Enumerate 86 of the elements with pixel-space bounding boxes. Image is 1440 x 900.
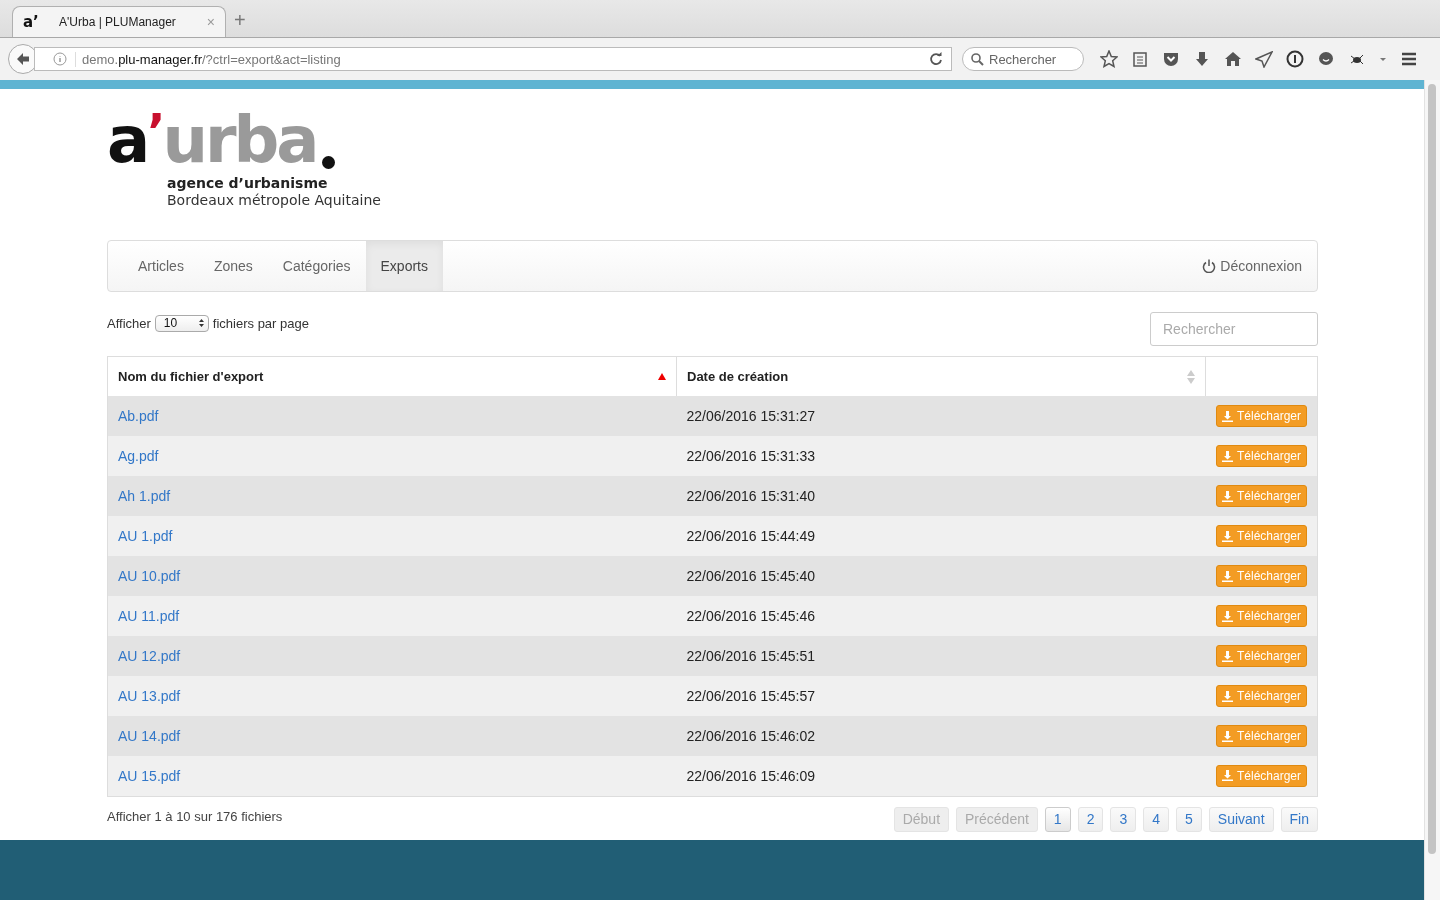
menu-icon[interactable] <box>1400 50 1418 68</box>
date-cell: 22/06/2016 15:46:02 <box>686 728 815 744</box>
download-button[interactable]: Télécharger <box>1215 445 1307 467</box>
download-button[interactable]: Télécharger <box>1215 725 1307 747</box>
page-button[interactable]: Suivant <box>1208 806 1274 832</box>
sort-ascending-icon[interactable] <box>658 373 666 380</box>
file-link[interactable]: AU 10.pdf <box>118 568 181 584</box>
logo-tagline: agence d’urbanisme <box>167 175 329 191</box>
per-page-label: fichiers par page <box>212 315 309 331</box>
download-icon <box>1221 730 1233 742</box>
page-button[interactable]: 1 <box>1044 806 1071 832</box>
page-size-select[interactable]: 10 <box>154 314 209 332</box>
page-button[interactable]: Fin <box>1280 806 1318 832</box>
pagination-info: Afficher 1 à 10 sur 176 fichiers <box>107 808 283 824</box>
date-cell: 22/06/2016 15:46:09 <box>686 767 815 784</box>
file-link[interactable]: AU 15.pdf <box>118 767 181 784</box>
select-arrows-icon <box>198 319 204 327</box>
back-arrow-icon[interactable] <box>15 51 31 67</box>
paper-plane-icon[interactable] <box>1255 50 1273 68</box>
download-button[interactable]: Télécharger <box>1215 525 1307 547</box>
dropdown-caret-icon[interactable] <box>1379 55 1387 63</box>
show-label: Afficher <box>107 315 151 331</box>
file-link[interactable]: Ag.pdf <box>118 448 159 464</box>
file-link[interactable]: Ah 1.pdf <box>118 488 171 504</box>
column-header[interactable]: Nom du fichier d'export <box>118 369 264 384</box>
star-icon[interactable] <box>1100 50 1118 68</box>
download-button[interactable]: Télécharger <box>1215 645 1307 667</box>
download-button[interactable]: Télécharger <box>1215 485 1307 507</box>
close-tab-button[interactable]: × <box>206 14 215 30</box>
file-link[interactable]: AU 11.pdf <box>118 608 180 624</box>
download-button[interactable]: Télécharger <box>1215 405 1307 427</box>
key-circle-icon[interactable] <box>1286 50 1304 68</box>
scrollbar[interactable] <box>1424 80 1440 900</box>
new-tab-button[interactable]: + <box>234 9 246 32</box>
download-icon <box>1221 770 1233 782</box>
page-button[interactable]: 5 <box>1176 806 1202 832</box>
nav-tab[interactable]: Zones <box>198 241 268 291</box>
date-cell: 22/06/2016 15:45:57 <box>686 688 815 704</box>
home-icon[interactable] <box>1224 50 1242 68</box>
logo-subtitle: Bordeaux métropole Aquitaine <box>167 192 382 208</box>
date-cell: 22/06/2016 15:45:46 <box>686 608 815 624</box>
logout-link[interactable]: Déconnexion <box>1187 241 1317 291</box>
download-icon <box>1221 530 1233 542</box>
date-cell: 22/06/2016 15:45:51 <box>686 648 815 664</box>
page-button[interactable]: 2 <box>1077 806 1104 832</box>
download-icon <box>1221 690 1233 702</box>
file-link[interactable]: AU 12.pdf <box>118 648 181 664</box>
favicon: a’ <box>23 13 40 31</box>
download-icon <box>1221 450 1233 462</box>
list-icon[interactable] <box>1131 50 1149 68</box>
chat-smiley-icon[interactable] <box>1317 50 1335 68</box>
nav-tab[interactable]: Exports <box>365 241 443 291</box>
address-bar[interactable]: demo.plu-manager.fr/?ctrl=export&act=listing <box>34 47 952 71</box>
power-icon <box>1202 259 1217 273</box>
download-icon <box>1221 650 1233 662</box>
download-icon <box>1221 570 1233 582</box>
date-cell: 22/06/2016 15:31:40 <box>686 488 815 504</box>
pocket-icon[interactable] <box>1162 50 1180 68</box>
search-field[interactable]: Rechercher <box>1150 312 1318 346</box>
file-link[interactable]: Ab.pdf <box>118 408 159 424</box>
column-header[interactable]: Date de création <box>687 369 789 384</box>
page-button[interactable]: 3 <box>1110 806 1137 832</box>
download-icon <box>1221 490 1233 502</box>
scrollbar-thumb[interactable] <box>1428 84 1436 854</box>
logo-wordmark: a’urba <box>107 107 335 173</box>
date-cell: 22/06/2016 15:31:33 <box>686 448 815 464</box>
file-link[interactable]: AU 13.pdf <box>118 688 181 704</box>
date-cell: 22/06/2016 15:31:27 <box>686 408 815 424</box>
browser-tab[interactable]: a’ A'Urba | PLUManager × <box>12 6 226 37</box>
download-icon <box>1221 410 1233 422</box>
search-icon <box>971 52 984 66</box>
nav-tab[interactable]: Articles <box>123 241 199 291</box>
date-cell: 22/06/2016 15:45:40 <box>686 568 815 584</box>
file-link[interactable]: AU 14.pdf <box>118 728 181 744</box>
nav-tab[interactable]: Catégories <box>267 241 366 291</box>
reload-icon[interactable] <box>929 52 943 66</box>
download-button[interactable]: Télécharger <box>1215 605 1307 627</box>
file-link[interactable]: AU 1.pdf <box>118 528 173 544</box>
browser-search-field[interactable]: Rechercher <box>962 47 1084 71</box>
download-icon <box>1221 610 1233 622</box>
page-button[interactable]: 4 <box>1143 806 1170 832</box>
date-cell: 22/06/2016 15:44:49 <box>686 528 815 544</box>
download-button[interactable]: Télécharger <box>1215 565 1307 587</box>
download-button[interactable]: Télécharger <box>1215 764 1307 787</box>
download-button[interactable]: Télécharger <box>1215 685 1307 707</box>
download-icon[interactable] <box>1193 50 1211 68</box>
